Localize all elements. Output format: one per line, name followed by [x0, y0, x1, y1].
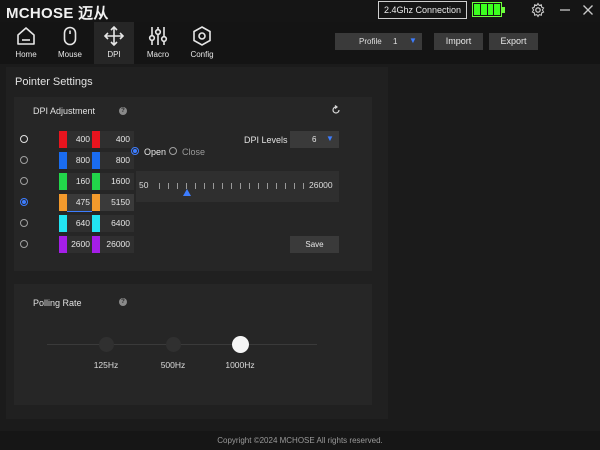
slider-tick: [204, 183, 205, 189]
mouse-icon: [63, 26, 77, 46]
export-button[interactable]: Export: [489, 33, 538, 50]
battery-cell: [480, 4, 487, 15]
slider-tick: [177, 183, 178, 189]
nav-label: Mouse: [57, 50, 82, 59]
slider-tick: [258, 183, 259, 189]
slider-tick: [276, 183, 277, 189]
slider-tick: [249, 183, 250, 189]
nav-label: DPI: [107, 50, 121, 59]
dpi-row-radio[interactable]: [20, 198, 28, 206]
dpi-row-radio[interactable]: [20, 135, 28, 143]
title-bar: MCHOSE 迈从 2.4Ghz Connection: [0, 0, 600, 22]
help-icon[interactable]: ?: [119, 298, 127, 306]
dpi-color-swatch[interactable]: [92, 173, 100, 190]
open-label: Open: [144, 147, 167, 157]
input-focus-underline: [67, 211, 92, 212]
profile-dropdown[interactable]: Profile 1 ▼: [335, 33, 422, 50]
dpi-slider[interactable]: 50 26000: [136, 171, 339, 202]
nav-config[interactable]: Config: [182, 22, 222, 64]
import-button[interactable]: Import: [434, 33, 483, 50]
nav-label: Config: [190, 50, 214, 59]
polling-rate-label: 1000Hz: [225, 360, 255, 370]
dpi-color-swatch[interactable]: [59, 131, 67, 148]
slider-max-label: 26000: [309, 180, 333, 190]
battery-nub: [502, 7, 505, 13]
profile-label: Profile: [359, 37, 382, 46]
reset-icon[interactable]: [331, 105, 341, 115]
dpi-color-swatch[interactable]: [59, 215, 67, 232]
dpi-color-swatch[interactable]: [92, 131, 100, 148]
slider-tick: [267, 183, 268, 189]
slider-tick: [159, 183, 160, 189]
brand-logo: MCHOSE 迈从: [6, 5, 109, 22]
slider-tick: [303, 183, 304, 189]
minimize-icon[interactable]: [557, 2, 573, 18]
move-arrows-icon: [103, 25, 125, 47]
close-radio[interactable]: [169, 147, 177, 155]
sliders-icon: [148, 27, 168, 45]
slider-thumb[interactable]: [183, 189, 192, 196]
dpi-levels-label: DPI Levels: [244, 135, 288, 145]
slider-tick: [222, 183, 223, 189]
slider-tick: [240, 183, 241, 189]
slider-tick: [231, 183, 232, 189]
dpi-color-swatch[interactable]: [92, 194, 100, 211]
close-label: Close: [182, 147, 206, 157]
dpi-color-swatch[interactable]: [59, 152, 67, 169]
dpi-row-radio[interactable]: [20, 156, 28, 164]
slider-tick: [195, 183, 196, 189]
close-icon[interactable]: [580, 2, 596, 18]
dpi-color-swatch[interactable]: [92, 152, 100, 169]
nav-dpi[interactable]: DPI: [94, 22, 134, 64]
slider-tick: [168, 183, 169, 189]
slider-tick: [294, 183, 295, 189]
slider-tick: [213, 183, 214, 189]
nav-macro[interactable]: Macro: [138, 22, 178, 64]
connection-status: 2.4Ghz Connection: [378, 1, 467, 19]
dpi-color-swatch[interactable]: [92, 215, 100, 232]
dpi-row-radio[interactable]: [20, 240, 28, 248]
nav-mouse[interactable]: Mouse: [50, 22, 90, 64]
battery-cell: [474, 4, 480, 15]
settings-gear-icon[interactable]: [530, 2, 546, 18]
home-icon: [17, 27, 35, 45]
dpi-adjustment-title: DPI Adjustment: [33, 106, 96, 116]
footer: Copyright ©2024 MCHOSE All rights reserv…: [0, 431, 600, 450]
save-button[interactable]: Save: [290, 236, 339, 253]
nav-label: Home: [15, 50, 37, 59]
polling-rate-radio[interactable]: [165, 336, 181, 352]
open-radio[interactable]: [131, 147, 139, 155]
dpi-color-swatch[interactable]: [59, 236, 67, 253]
nav-label: Macro: [146, 50, 170, 59]
copyright-text: Copyright ©2024 MCHOSE All rights reserv…: [217, 436, 383, 445]
dpi-row-radio[interactable]: [20, 177, 28, 185]
chevron-down-icon: ▼: [326, 134, 334, 143]
battery-cell: [494, 4, 500, 15]
polling-rate-title: Polling Rate: [33, 298, 82, 308]
nav-home[interactable]: Home: [6, 22, 46, 64]
profile-value: 1: [393, 37, 398, 46]
dpi-row-radio[interactable]: [20, 219, 28, 227]
hex-nut-icon: [193, 26, 211, 46]
battery-cell: [487, 4, 494, 15]
battery-indicator: [472, 2, 505, 17]
polling-rate-label: 500Hz: [160, 360, 186, 370]
dpi-levels-dropdown[interactable]: 6 ▼: [290, 131, 339, 148]
polling-rate-radio[interactable]: [98, 336, 114, 352]
help-icon[interactable]: ?: [119, 107, 127, 115]
chevron-down-icon: ▼: [409, 36, 417, 45]
polling-rate-radio[interactable]: [231, 335, 249, 353]
dpi-levels-value: 6: [312, 135, 317, 144]
slider-tick: [285, 183, 286, 189]
dpi-color-swatch[interactable]: [92, 236, 100, 253]
page-title: Pointer Settings: [15, 76, 93, 88]
slider-min-label: 50: [139, 180, 149, 190]
polling-track: [47, 344, 317, 345]
dpi-color-swatch[interactable]: [59, 194, 67, 211]
polling-rate-label: 125Hz: [93, 360, 119, 370]
main-nav: Home Mouse DPI Macro Config Profile 1 ▼ …: [0, 22, 600, 64]
dpi-color-swatch[interactable]: [59, 173, 67, 190]
